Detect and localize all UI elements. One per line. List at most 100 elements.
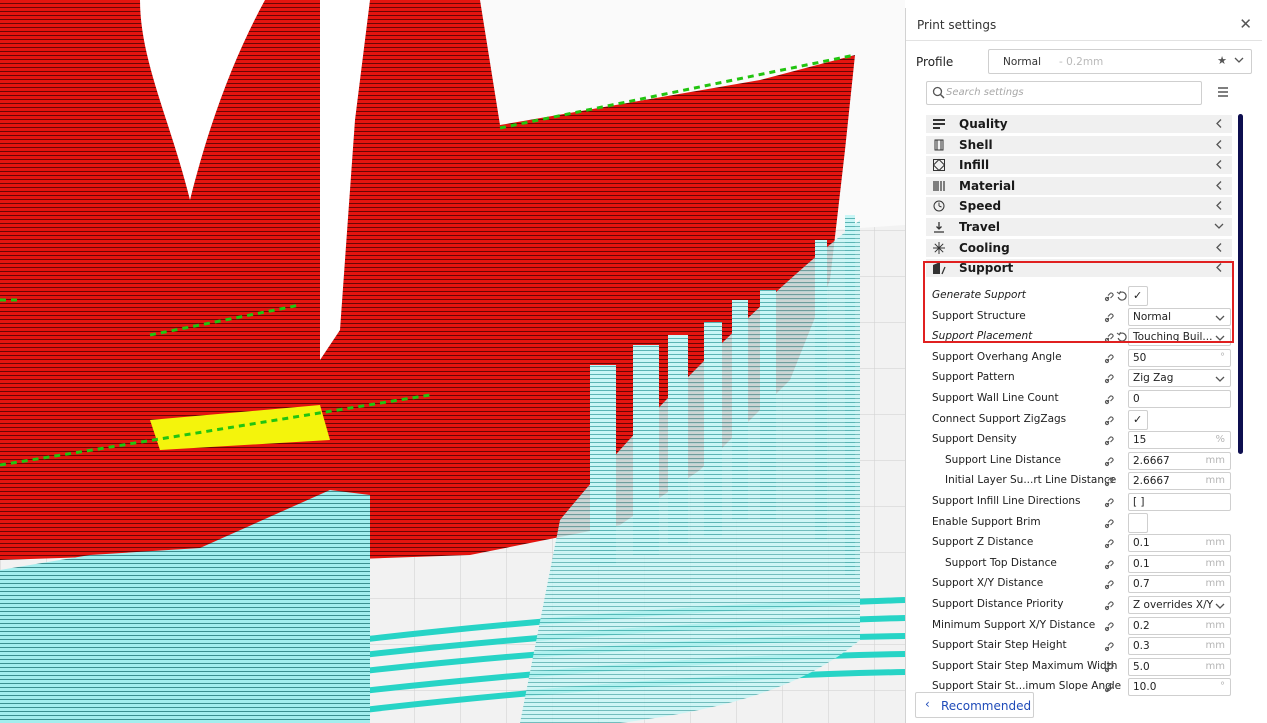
category-label: Shell [959,137,993,152]
category-quality[interactable]: Quality [926,115,1232,133]
category-shell[interactable]: Shell [926,135,1232,154]
setting-field[interactable]: 50 ° [1128,348,1231,367]
setting-label: Support X/Y Distance [932,577,1044,590]
support-icon [933,262,946,275]
setting-field[interactable]: 0.1 mm [1128,534,1231,553]
check-mark: ✓ [1133,289,1143,302]
setting-label: Support Wall Line Count [932,392,1059,404]
setting-label: Support Top Distance [945,556,1057,569]
search-icon [932,86,945,99]
setting-field[interactable]: 2.6667 mm [1128,451,1231,470]
star-icon[interactable]: ★ [1217,54,1227,67]
setting-label: Support Structure [932,309,1026,322]
setting-value: 0 [1133,393,1140,405]
setting-checkbox[interactable]: ✓ [1128,286,1148,306]
setting-select[interactable]: Touching Buil... [1128,328,1231,347]
quality-icon [933,119,945,129]
setting-unit: mm [1205,454,1225,466]
category-material[interactable]: Material [926,176,1232,195]
profile-dropdown[interactable]: Normal - 0.2mm ★ [988,49,1252,74]
setting-label: Support Infill Line Directions [932,495,1081,507]
setting-value: 0.3 [1133,640,1150,653]
setting-label: Support Stair Step Maximum Width [932,659,1118,672]
link-icon [1104,498,1114,508]
setting-select[interactable]: Normal [1128,307,1231,326]
setting-label: Connect Support ZigZags [932,412,1067,425]
setting-field[interactable]: 15% [1128,431,1231,450]
profile-name: Normal [1003,56,1041,68]
setting-label: Support Overhang Angle [932,350,1062,363]
setting-row: Initial Layer Su...rt Line Distance 2.666… [926,471,1232,491]
link-icon [1104,663,1114,672]
category-label: Quality [959,117,1008,131]
setting-field[interactable]: 2.6667 mm [1128,472,1231,491]
menu-icon[interactable] [1216,85,1230,99]
link-icon [1104,642,1114,652]
setting-label: Support Z Distance [932,536,1034,549]
setting-select[interactable]: Z overrides X/Y [1128,596,1231,614]
setting-field[interactable]: 10.0 ° [1128,678,1231,696]
link-icon [1104,374,1114,384]
setting-label: Support Stair St...imum Slope Angle [932,680,1122,693]
search-input[interactable]: Search settings [926,81,1202,105]
setting-field[interactable]: 0.1 mm [1128,554,1231,573]
category-infill[interactable]: Infill [926,156,1232,175]
setting-row: Connect Support ZigZags ✓ [926,409,1232,430]
layer-preview-canvas[interactable] [0,0,905,723]
setting-unit: mm [1205,537,1225,549]
setting-label: Support Pattern [932,371,1015,384]
setting-unit: mm [1205,619,1225,631]
setting-unit: mm [1205,557,1225,569]
reset-icon[interactable] [1116,331,1128,343]
setting-value: 2.6667 [1133,454,1170,467]
category-travel[interactable]: Travel [926,218,1232,236]
setting-field[interactable]: [ ] [1128,493,1231,511]
setting-label: Enable Support Brim [932,515,1041,528]
category-cooling[interactable]: Cooling [926,238,1232,257]
category-support[interactable]: Support [926,259,1232,278]
category-label: Travel [959,220,1000,234]
setting-unit: % [1215,434,1225,446]
setting-field[interactable]: 0.3 mm [1128,637,1231,656]
setting-value: Zig Zag [1133,372,1174,385]
setting-checkbox[interactable]: ✓ [1128,409,1148,430]
chevron-down-icon [1215,376,1225,383]
chevron-left-icon [1216,139,1222,149]
setting-row: Support Density 15% [926,430,1232,450]
shell-icon [934,139,944,151]
close-icon[interactable]: ✕ [1239,15,1252,33]
setting-row: Support Infill Line Directions [ ] [926,492,1232,512]
setting-row: Support Distance Priority Z overrides X/Y [926,595,1232,615]
link-icon [1104,313,1114,322]
category-speed[interactable]: Speed [926,197,1232,216]
setting-value: 0.1 [1133,557,1150,570]
recommended-button[interactable]: ‹ Recommended [915,692,1034,718]
3d-viewport[interactable] [0,0,905,723]
material-icon [933,180,945,191]
setting-value: 0.7 [1133,578,1150,591]
setting-checkbox[interactable] [1128,512,1148,533]
settings-scrollbar[interactable] [1238,114,1243,454]
setting-value: 0.2 [1133,619,1150,632]
setting-row: Support Stair Step Height 0.3 mm [926,636,1232,656]
setting-field[interactable]: 0.2 mm [1128,616,1231,635]
setting-field[interactable]: 5.0 mm [1128,657,1231,676]
chevron-down-icon [1214,223,1224,229]
setting-value: 15 [1133,434,1147,447]
setting-field[interactable]: 0 [1128,390,1231,408]
setting-row: Support Line Distance 2.6667 mm [926,451,1232,471]
category-label: Support [959,261,1014,276]
reset-icon[interactable] [1116,290,1128,302]
setting-label: Support Stair Step Height [932,639,1067,652]
setting-row: Support Wall Line Count 0 [926,389,1232,409]
panel-title: Print settings [917,18,997,32]
category-label: Material [959,178,1016,193]
setting-select[interactable]: Zig Zag [1128,369,1231,388]
link-icon [1104,333,1114,343]
setting-row: Enable Support Brim [926,512,1232,533]
profile-layer-height: - 0.2mm [1059,56,1104,68]
link-icon [1104,292,1114,302]
chevron-down-icon [1215,335,1225,342]
setting-field[interactable]: 0.7 mm [1128,575,1231,594]
travel-icon [934,222,944,233]
